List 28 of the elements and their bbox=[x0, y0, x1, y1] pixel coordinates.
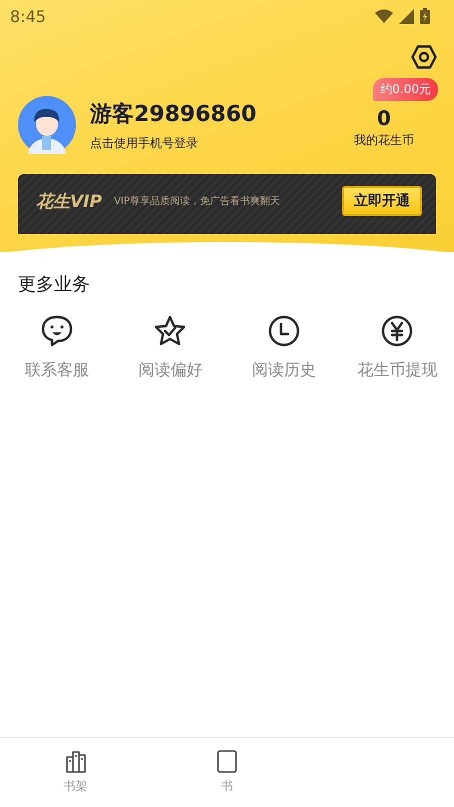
status-time: 8:45 bbox=[10, 6, 46, 26]
service-label[interactable]: 联系客服 bbox=[24, 360, 89, 381]
settings-icon[interactable] bbox=[411, 44, 437, 70]
login-link[interactable]: 点击使用手机号登录 bbox=[90, 134, 354, 152]
vip-slogan: VIP尊享品质阅读，免广告看书爽翻天 bbox=[114, 194, 281, 208]
section-title: 更多业务 bbox=[18, 273, 91, 296]
clock-icon[interactable] bbox=[266, 314, 301, 348]
battery-icon bbox=[420, 8, 430, 24]
service-label[interactable]: 阅读偏好 bbox=[138, 360, 202, 381]
nav-tab[interactable]: 书架 bbox=[0, 748, 152, 807]
activate-button[interactable]: 立即开通 bbox=[342, 186, 422, 216]
yen-coin-icon[interactable] bbox=[380, 314, 414, 348]
avatar[interactable] bbox=[18, 96, 76, 154]
chat-bubble-icon[interactable] bbox=[40, 314, 74, 348]
wifi-icon bbox=[375, 9, 393, 23]
book-icon bbox=[216, 748, 238, 774]
bookshelf-icon bbox=[64, 748, 87, 774]
user-name: 游客29896860 bbox=[90, 100, 258, 128]
coin-label: 我的花生币 bbox=[354, 132, 414, 148]
coin-count: 0 bbox=[377, 106, 391, 130]
nav-tab[interactable]: 书 bbox=[151, 748, 303, 807]
vip-logo: 花生VIP bbox=[36, 190, 102, 212]
service-label[interactable]: 花生币提现 bbox=[357, 360, 438, 381]
signal-icon bbox=[399, 8, 414, 24]
service-label[interactable]: 阅读历史 bbox=[252, 360, 316, 381]
balance-badge: 约0.00元 bbox=[373, 78, 438, 100]
star-check-icon[interactable] bbox=[153, 314, 188, 348]
vip-card[interactable]: 花生VIP VIP尊享品质阅读，免广告看书爽翻天 立即开通 bbox=[18, 174, 436, 234]
